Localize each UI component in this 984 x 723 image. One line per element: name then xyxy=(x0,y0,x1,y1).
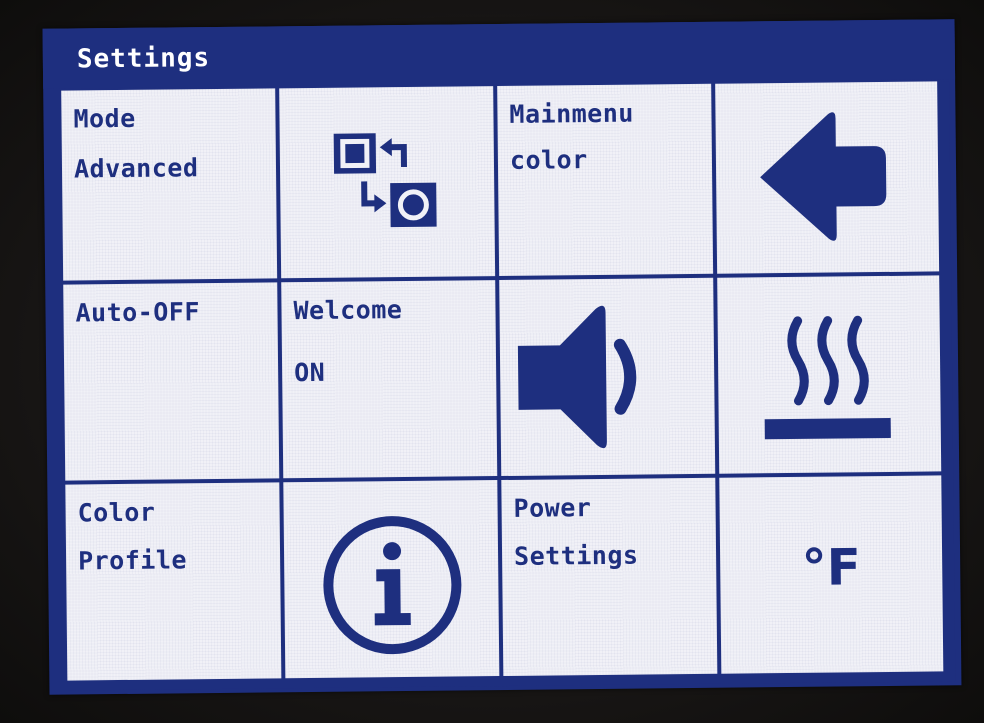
mainmenu-color-label-line2: color xyxy=(509,145,588,175)
info-tile[interactable] xyxy=(283,480,500,679)
power-settings-label-line2: Settings xyxy=(513,540,639,571)
title-bar: Settings xyxy=(42,19,956,89)
temperature-unit-tile[interactable]: °F xyxy=(719,475,944,674)
heat-tile[interactable] xyxy=(717,275,942,474)
settings-grid: Mode Advanced Mainmenu color Auto-OFF We… xyxy=(61,81,956,691)
welcome-value: ON xyxy=(294,357,326,388)
display-screen: Settings Mode Advanced Mainmenu color Au… xyxy=(42,19,962,695)
mode-label: Mode xyxy=(73,103,136,134)
welcome-tile[interactable]: Welcome ON xyxy=(281,280,498,479)
color-profile-label-line2: Profile xyxy=(77,545,188,576)
welcome-label: Welcome xyxy=(293,295,403,326)
swap-tile[interactable] xyxy=(279,86,496,279)
power-settings-tile[interactable]: Power Settings xyxy=(501,477,718,677)
mode-value: Advanced xyxy=(73,153,199,184)
auto-off-label: Auto-OFF xyxy=(75,297,201,328)
swap-shapes-icon xyxy=(333,133,437,228)
page-title: Settings xyxy=(76,43,211,75)
temperature-unit-value: °F xyxy=(801,538,862,597)
mode-tile[interactable]: Mode Advanced xyxy=(61,88,278,281)
color-profile-tile[interactable]: Color Profile xyxy=(65,482,282,681)
mainmenu-color-label-line1: Mainmenu xyxy=(509,98,635,129)
back-tile[interactable] xyxy=(715,81,940,274)
info-icon xyxy=(323,516,462,655)
speaker-icon xyxy=(517,305,637,449)
color-profile-label-line1: Color xyxy=(77,497,156,528)
back-arrow-icon xyxy=(760,112,887,241)
power-settings-label-line1: Power xyxy=(513,493,592,523)
mainmenu-color-tile[interactable]: Mainmenu color xyxy=(497,83,714,277)
auto-off-tile[interactable]: Auto-OFF xyxy=(63,282,280,481)
sound-tile[interactable] xyxy=(499,277,716,477)
heat-plate-icon xyxy=(764,315,891,440)
